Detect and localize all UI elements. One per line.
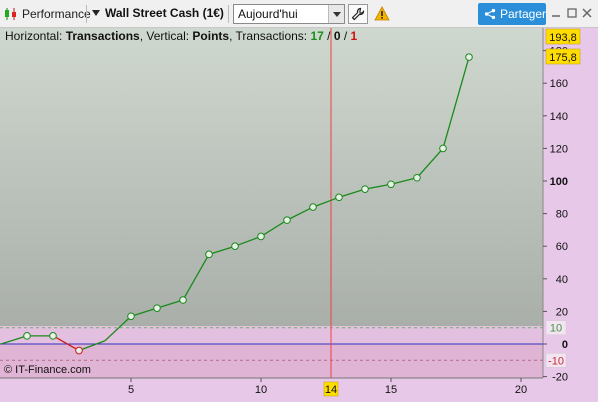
info-count-zero: 0 (333, 29, 341, 43)
info-prefix: Horizontal: (5, 29, 66, 43)
y-tick-label: 40 (556, 274, 568, 286)
y-tick-label: 120 (550, 143, 568, 155)
data-point[interactable] (465, 53, 473, 61)
data-point[interactable] (179, 296, 187, 304)
y-tick-label: 60 (556, 241, 568, 253)
plot-background (0, 28, 543, 328)
info-count-loss: 1 (350, 29, 358, 43)
data-point[interactable] (439, 144, 447, 153)
data-point[interactable] (205, 250, 213, 259)
chart-info: Horizontal: Transactions, Vertical: Poin… (5, 29, 357, 43)
y-tick-label: 100 (550, 176, 568, 188)
info-vertical: Points (192, 29, 230, 43)
y-tick-label: 140 (550, 111, 568, 123)
data-point[interactable] (23, 332, 31, 340)
info-suffix: , Transactions: (229, 29, 311, 43)
threshold-label: -10 (548, 355, 564, 367)
data-point[interactable] (127, 312, 135, 321)
data-point[interactable] (283, 216, 291, 224)
y-tick-label: 160 (550, 78, 568, 90)
x-tick-label: 10 (255, 384, 267, 396)
info-count-total: 17 (310, 29, 324, 43)
info-mid: , Vertical: (139, 29, 193, 43)
y-tick-label: 20 (556, 306, 568, 318)
data-point[interactable] (387, 180, 395, 189)
x-tick-label: 20 (515, 384, 527, 396)
data-point[interactable] (361, 185, 369, 193)
watermark: © IT-Finance.com (4, 364, 91, 376)
threshold-label: 10 (550, 323, 562, 335)
info-horizontal: Transactions (65, 29, 140, 43)
performance-chart[interactable]: 10-10-20020406080100120140160180 5101520… (0, 0, 598, 402)
y-tick-label: 0 (562, 339, 568, 351)
value-badge-label: 193,8 (549, 32, 577, 44)
data-point[interactable] (257, 232, 265, 241)
y-tick-label: 80 (556, 209, 568, 221)
data-point[interactable] (309, 203, 317, 211)
value-badge-label: 175,8 (549, 52, 577, 64)
data-point[interactable] (413, 173, 421, 182)
data-point[interactable] (335, 193, 343, 202)
info-slash: / (340, 29, 351, 43)
cursor-x-label: 14 (325, 384, 337, 396)
data-point[interactable] (75, 346, 83, 355)
x-tick-label: 15 (385, 384, 397, 396)
data-point[interactable] (49, 332, 57, 340)
x-tick-label: 5 (128, 384, 134, 396)
y-tick-label: -20 (552, 372, 568, 384)
data-point[interactable] (231, 242, 239, 250)
data-point[interactable] (153, 304, 161, 312)
info-slash: / (323, 29, 334, 43)
